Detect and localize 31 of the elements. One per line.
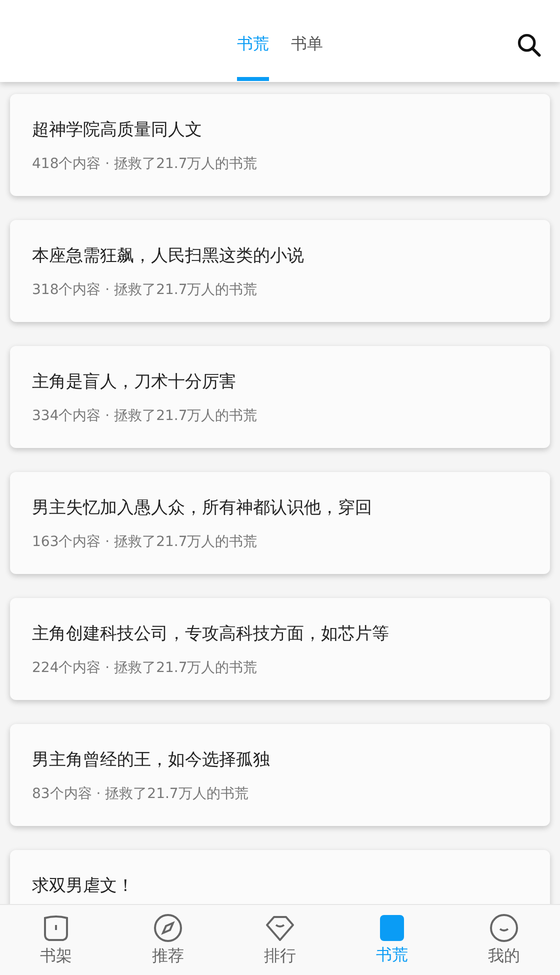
nav-item[interactable]: 书架: [0, 905, 112, 975]
book-icon: [41, 913, 71, 943]
booklist-stats: 83个内容 · 拯救了21.7万人的书荒: [32, 785, 250, 803]
booklist-title: 男主角曾经的王，如今选择孤独: [32, 749, 271, 771]
booklist-card[interactable]: 超神学院高质量同人文 418个内容 · 拯救了21.7万人的书荒: [10, 94, 550, 196]
compass-icon: [153, 913, 183, 943]
booklist-title: 主角是盲人，刀术十分厉害: [32, 371, 237, 393]
tab[interactable]: 书单: [291, 2, 323, 80]
booklist-title: 主角创建科技公司，专攻高科技方面，如芯片等: [32, 623, 390, 645]
booklist-title: 男主失忆加入愚人众，所有神都认识他，穿回: [32, 497, 373, 519]
booklist-card[interactable]: 主角创建科技公司，专攻高科技方面，如芯片等 224个内容 · 拯救了21.7万人的书荒: [10, 598, 550, 700]
booklist-title: 超神学院高质量同人文: [32, 119, 203, 141]
booklist-stats: 163个内容 · 拯救了21.7万人的书荒: [32, 533, 258, 551]
nav-item[interactable]: 我的: [448, 905, 560, 975]
booklist-stats: 318个内容 · 拯救了21.7万人的书荒: [32, 281, 258, 299]
search-icon[interactable]: [516, 32, 542, 58]
booklist-card[interactable]: 求双男虐文！: [10, 850, 550, 904]
booklist-stats: 334个内容 · 拯救了21.7万人的书荒: [32, 407, 258, 425]
nav-item[interactable]: 推荐: [112, 905, 224, 975]
booklist-stats: 418个内容 · 拯救了21.7万人的书荒: [32, 155, 258, 173]
booklist-card[interactable]: 男主失忆加入愚人众，所有神都认识他，穿回 163个内容 · 拯救了21.7万人的书荒: [10, 472, 550, 574]
booklist-stats: 224个内容 · 拯救了21.7万人的书荒: [32, 659, 258, 677]
square-icon: [379, 914, 405, 942]
booklist-card[interactable]: 男主角曾经的王，如今选择孤独 83个内容 · 拯救了21.7万人的书荒: [10, 724, 550, 826]
booklist-title: 本座急需狂飙，人民扫黑这类的小说: [32, 245, 305, 267]
booklist-card[interactable]: 主角是盲人，刀术十分厉害 334个内容 · 拯救了21.7万人的书荒: [10, 346, 550, 448]
booklist-title: 求双男虐文！: [32, 875, 135, 897]
booklist-card[interactable]: 本座急需狂飙，人民扫黑这类的小说 318个内容 · 拯救了21.7万人的书荒: [10, 220, 550, 322]
smile-icon: [489, 913, 519, 943]
diamond-icon: [265, 913, 295, 943]
nav-item[interactable]: 排行: [224, 905, 336, 975]
